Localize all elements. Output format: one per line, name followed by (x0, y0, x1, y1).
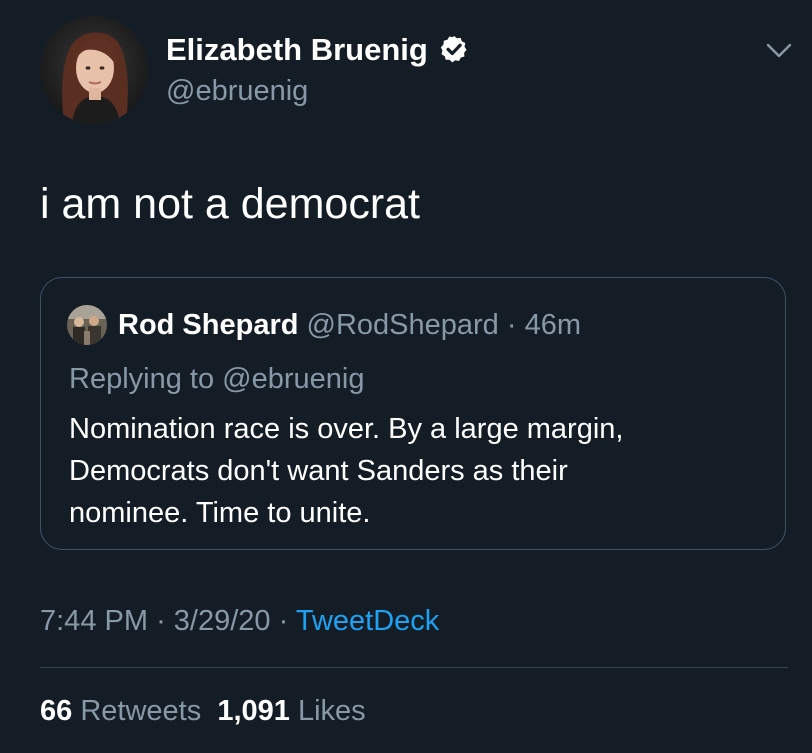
author-display-name[interactable]: Elizabeth Bruenig (166, 30, 428, 70)
chevron-down-icon[interactable] (764, 36, 794, 64)
retweets-count: 66 (40, 695, 73, 727)
meta-separator: · (278, 605, 289, 637)
divider (40, 667, 788, 668)
tweet-timestamp: 7:44 PM · 3/29/20 · TweetDeck (40, 602, 439, 640)
author-handle[interactable]: @ebruenig (166, 72, 308, 110)
author-avatar[interactable] (40, 16, 148, 124)
quoted-tweet-card[interactable]: Rod Shepard @RodShepard · 46m Replying t… (40, 277, 786, 550)
replying-to-line: Replying to @ebruenig (69, 360, 364, 398)
author-avatar-image (40, 16, 148, 124)
likes-stat[interactable]: 1,091 Likes (217, 695, 365, 727)
tweet-time[interactable]: 7:44 PM (40, 605, 148, 637)
quoted-tweet-header: Rod Shepard @RodShepard · 46m (118, 306, 581, 344)
quoted-author-handle[interactable]: @RodShepard (307, 309, 499, 341)
tweet-stats: 66 Retweets 1,091 Likes (40, 692, 366, 730)
retweets-stat[interactable]: 66 Retweets (40, 695, 201, 727)
quoted-tweet-text: Nomination race is over. By a large marg… (69, 408, 759, 534)
quoted-author-avatar-image (67, 305, 107, 345)
quoted-text-line: Nomination race is over. By a large marg… (69, 413, 624, 445)
quoted-text-line: nominee. Time to unite. (69, 497, 371, 529)
meta-separator: · (156, 605, 166, 637)
quoted-tweet-age: 46m (524, 309, 582, 341)
quoted-author-name[interactable]: Rod Shepard (118, 309, 298, 341)
header-separator: · (506, 309, 517, 341)
tweet-text: i am not a democrat (40, 180, 421, 228)
quoted-text-line: Democrats don't want Sanders as their (69, 455, 568, 487)
verified-badge-icon (439, 34, 469, 64)
tweet-source-link[interactable]: TweetDeck (296, 605, 439, 637)
quoted-author-avatar[interactable] (67, 305, 107, 345)
replying-to-handle[interactable]: @ebruenig (222, 363, 364, 395)
replying-to-prefix: Replying to (69, 363, 223, 395)
likes-count: 1,091 (217, 695, 290, 727)
tweet-date[interactable]: 3/29/20 (174, 605, 271, 637)
retweets-label: Retweets (80, 695, 202, 727)
likes-label: Likes (297, 695, 366, 727)
